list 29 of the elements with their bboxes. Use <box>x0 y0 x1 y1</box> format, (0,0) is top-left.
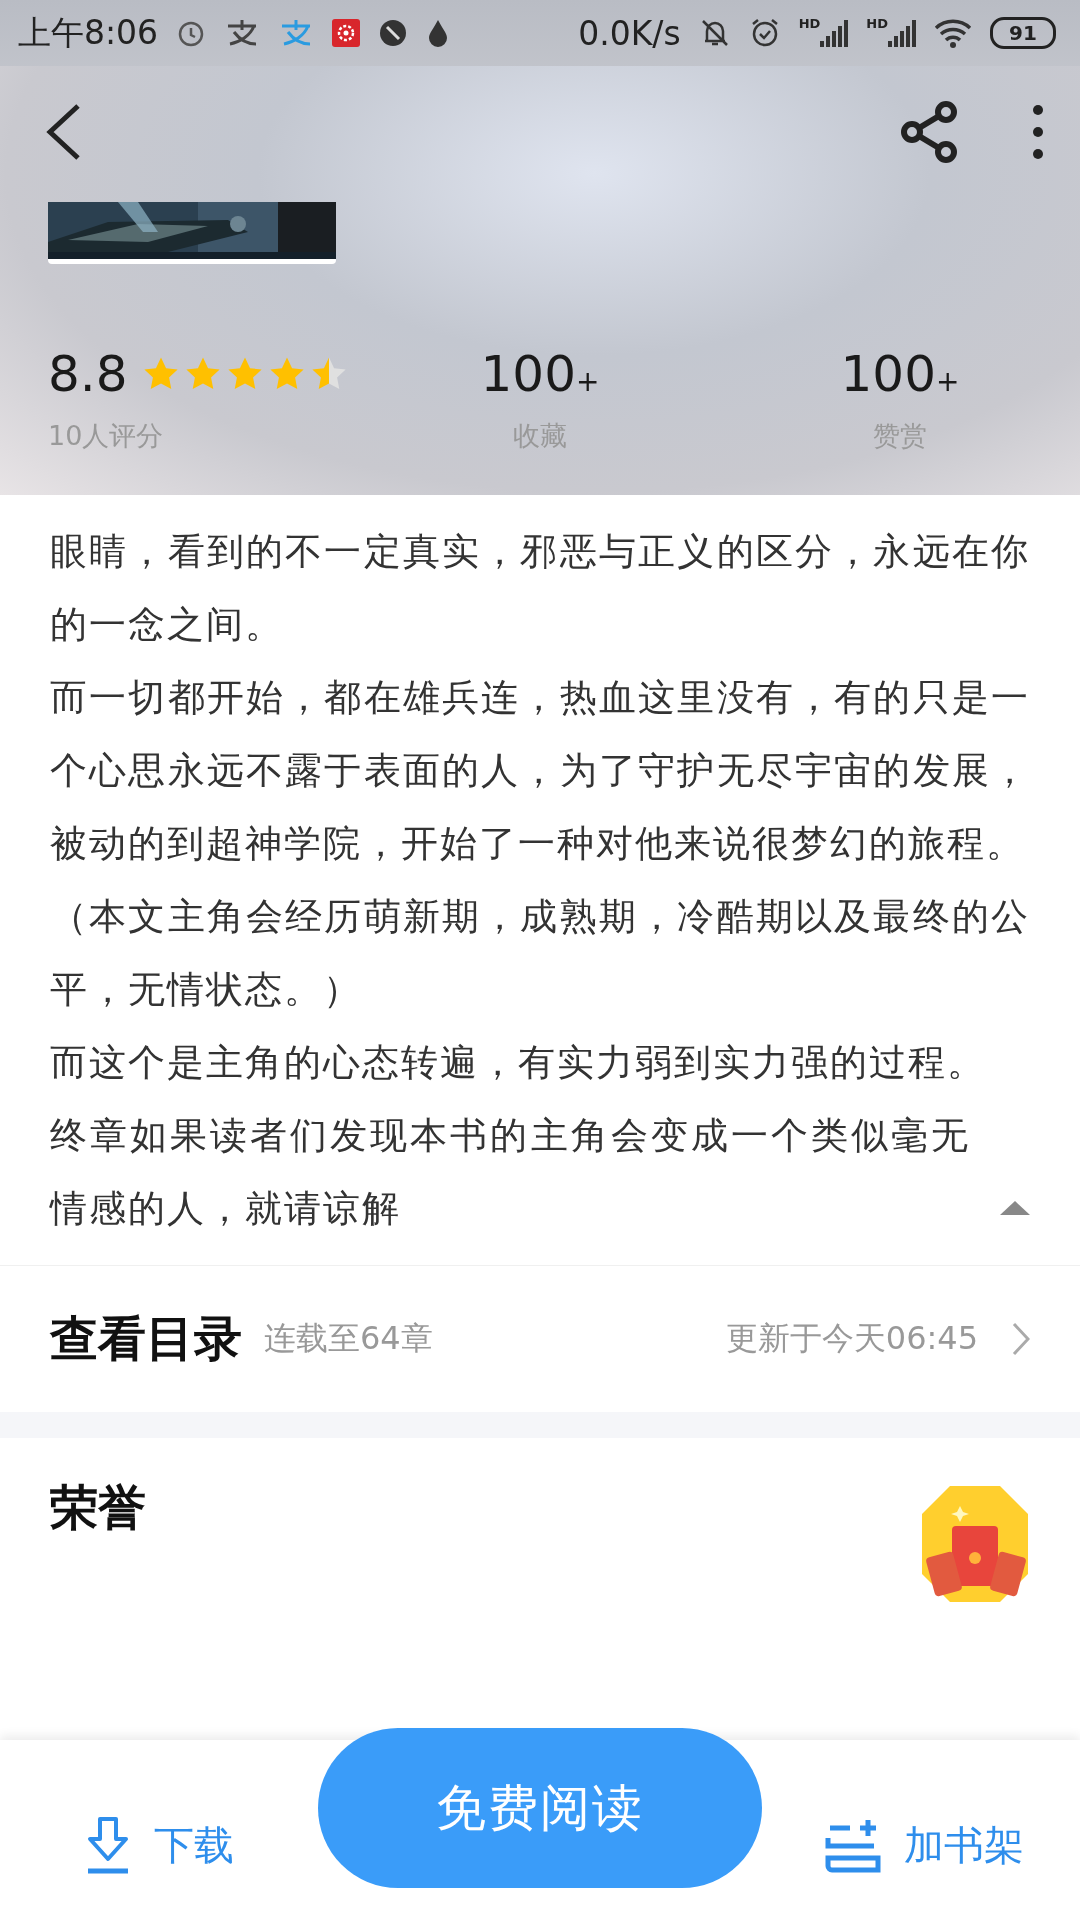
hd-label: HD <box>798 17 821 31</box>
description-paragraph: 而这个是主角的心态转遍，有实力弱到实力强的过程。 <box>50 1040 987 1086</box>
description-paragraph: （本文主角会经历萌新期，成熟期，冷酷期以及最终的公平，无情状态。） <box>50 894 1030 1013</box>
honor-title: 荣誉 <box>50 1478 146 1537</box>
stat-value: 100+ <box>480 344 600 404</box>
blocked-icon <box>378 18 409 48</box>
signal-icon <box>820 17 849 49</box>
chevron-right-icon <box>1012 1322 1030 1356</box>
battery-level: 91 <box>990 17 1056 49</box>
wifi-icon <box>934 18 972 48</box>
update-time: 更新于今天06:45 <box>725 1318 978 1359</box>
more-icon <box>1032 104 1044 160</box>
hd-label: HD <box>866 17 888 31</box>
stat-value: 100+ <box>840 344 960 404</box>
collapse-icon[interactable] <box>1000 1199 1030 1215</box>
network-speed: 0.0K/s <box>578 13 681 53</box>
clock-time: 上午8:06 <box>18 11 159 54</box>
free-read-button[interactable]: 免费阅读 <box>318 1728 762 1888</box>
download-button[interactable]: 下载 <box>84 1815 234 1875</box>
description-paragraph: 眼睛，看到的不一定真实，邪恶与正义的区分，永远在你的一念之间。 <box>50 529 1030 648</box>
honor-badge-icon <box>920 1484 1030 1604</box>
flower-icon <box>332 19 361 47</box>
signal-icon <box>888 17 916 49</box>
rating-count: 10人评分 <box>48 419 164 453</box>
description-paragraph: 而一切都开始，都在雄兵连，热血这里没有，有的只是一个心思永远不露于表面的人，为了守护无尽宇宙的发展，被动的到超神学院，开始了一种对他来说很梦幻的旅程。 <box>50 675 1030 867</box>
description-paragraph: 终章如果读者们发现本书的主角会变成一个类似毫无情感的人，就请谅解 <box>50 1113 970 1232</box>
rating-score: 8.8 <box>48 344 128 404</box>
add-to-shelf-button[interactable]: 加书架 <box>824 1816 1024 1874</box>
catalog-title[interactable]: 查看目录 <box>50 1307 242 1371</box>
